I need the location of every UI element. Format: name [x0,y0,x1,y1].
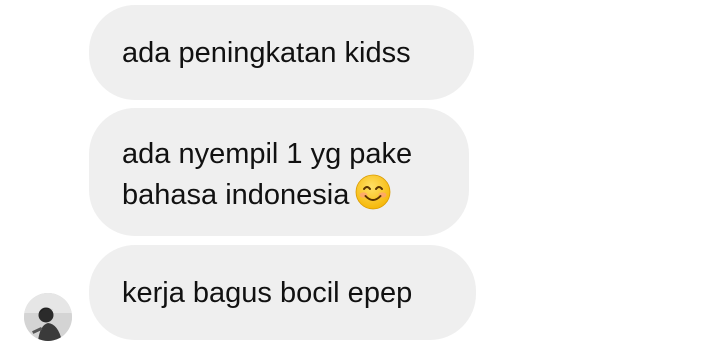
smiling-face-emoji-icon [355,174,391,210]
message-text-line-2: bahasa indonesia [122,174,439,215]
message-bubble[interactable]: ada nyempil 1 yg pake bahasa indonesia [89,108,469,236]
message-bubble[interactable]: kerja bagus bocil epep [89,245,476,340]
message-text: kerja bagus bocil epep [122,277,413,309]
message-text: ada peningkatan kidss [122,37,411,69]
sender-avatar[interactable] [24,293,72,341]
message-bubble[interactable]: ada peningkatan kidss [89,5,474,100]
message-thread: ada peningkatan kidss ada nyempil 1 yg p… [0,0,720,355]
message-text: bahasa indonesia [122,179,350,211]
message-text: ada nyempil 1 yg pake [122,138,413,170]
